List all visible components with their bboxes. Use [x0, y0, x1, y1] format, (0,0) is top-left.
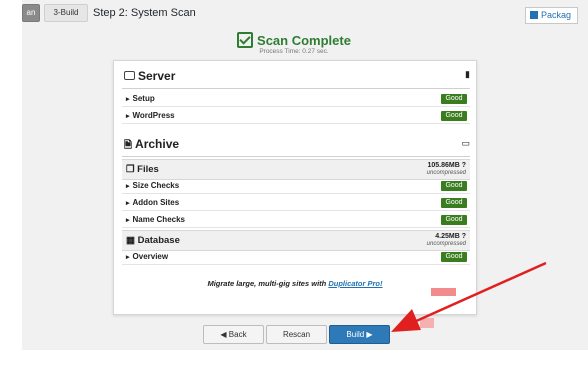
annotation-arrow — [391, 261, 547, 332]
arrow-line — [413, 261, 547, 324]
arrow-head — [391, 309, 421, 332]
